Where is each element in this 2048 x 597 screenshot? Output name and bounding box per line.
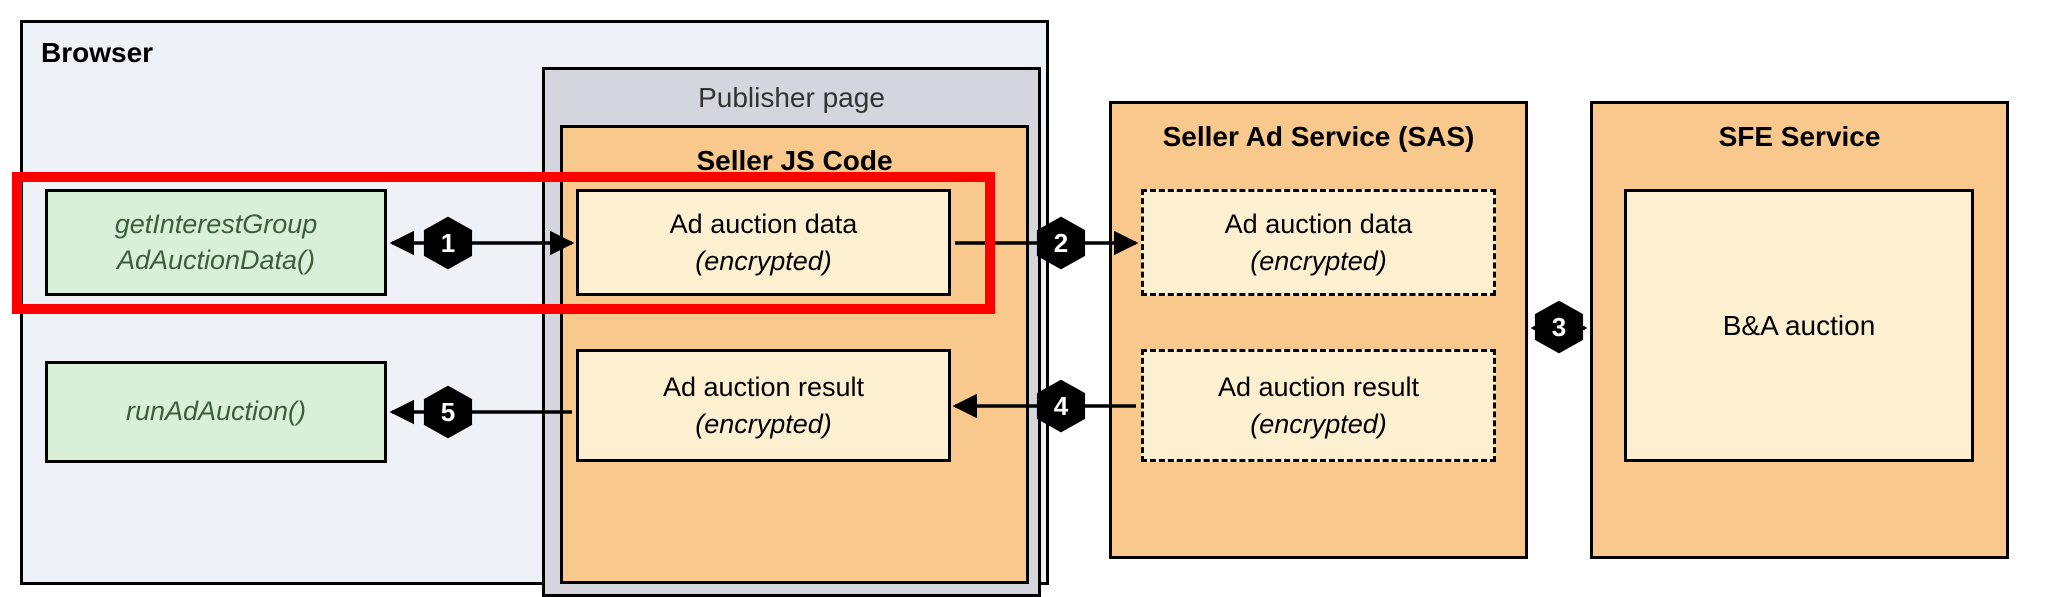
sjs-data-line1: Ad auction data (670, 206, 858, 242)
step-badge-3: 3 (1531, 299, 1587, 355)
seller-js-ad-auction-data: Ad auction data (encrypted) (576, 189, 951, 296)
seller-ad-service-container: Seller Ad Service (SAS) (1109, 101, 1528, 559)
sas-data-line1: Ad auction data (1225, 206, 1413, 242)
sas-result-line1: Ad auction result (1218, 369, 1419, 405)
publisher-page-container: Publisher page Seller JS Code (542, 67, 1041, 597)
sjs-result-line1: Ad auction result (663, 369, 864, 405)
diagram-canvas: Browser Publisher page Seller JS Code ge… (0, 0, 2048, 595)
api-run-ad-auction: runAdAuction() (45, 361, 387, 463)
sjs-data-line2: (encrypted) (695, 243, 832, 279)
sas-data-line2: (encrypted) (1250, 243, 1387, 279)
sfe-service-title: SFE Service (1593, 121, 2006, 153)
seller-js-code-title: Seller JS Code (563, 145, 1026, 177)
seller-js-ad-auction-result: Ad auction result (encrypted) (576, 349, 951, 462)
sas-ad-auction-data: Ad auction data (encrypted) (1141, 189, 1496, 296)
browser-title: Browser (41, 37, 153, 69)
api-runaa-label: runAdAuction() (126, 394, 306, 429)
api-get-interest-group-ad-auction-data: getInterestGroup AdAuctionData() (45, 189, 387, 296)
step-number: 3 (1531, 299, 1587, 355)
ba-auction-label: B&A auction (1723, 310, 1876, 342)
sas-ad-auction-result: Ad auction result (encrypted) (1141, 349, 1496, 462)
sas-result-line2: (encrypted) (1250, 406, 1387, 442)
api-line2: AdAuctionData() (117, 245, 315, 275)
seller-ad-service-title: Seller Ad Service (SAS) (1112, 121, 1525, 153)
sjs-result-line2: (encrypted) (695, 406, 832, 442)
api-line1: getInterestGroup (115, 209, 318, 239)
publisher-page-title: Publisher page (545, 82, 1038, 114)
browser-container: Browser Publisher page Seller JS Code (20, 20, 1049, 585)
ba-auction-box: B&A auction (1624, 189, 1974, 462)
